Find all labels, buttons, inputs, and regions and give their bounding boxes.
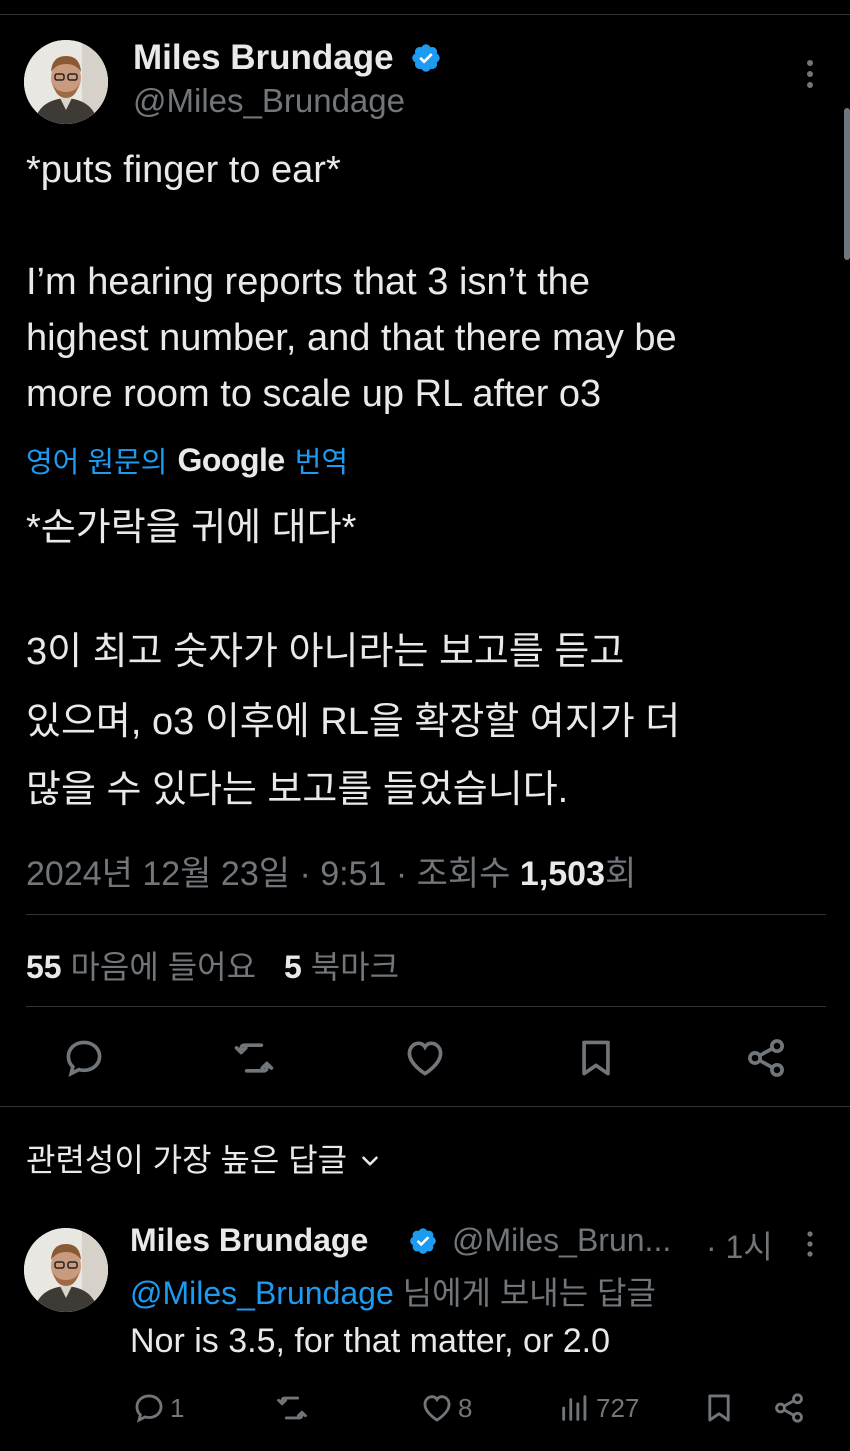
reply-author-avatar[interactable] xyxy=(24,1228,108,1312)
reply-retweet-action[interactable] xyxy=(275,1388,309,1428)
bookmark-icon xyxy=(708,1394,730,1422)
scrollbar[interactable] xyxy=(844,108,850,260)
likes-label: 마음에 들어요 xyxy=(70,949,257,985)
reply-view-count: 727 xyxy=(596,1392,640,1423)
reply-like-count: 8 xyxy=(458,1392,473,1423)
likes-count: 55 xyxy=(26,949,62,985)
views-count: 1,503 xyxy=(519,855,605,893)
bookmarks-label: 북마크 xyxy=(310,949,400,985)
bookmarks-count: 5 xyxy=(284,949,302,985)
replying-to-suffix: 님에게 보내는 답글 xyxy=(402,1275,656,1311)
reply-author-handle[interactable]: @Miles_Brun... xyxy=(452,1222,671,1259)
bookmarks-stat[interactable]: 5 북마크 xyxy=(284,942,399,988)
reply-icon[interactable] xyxy=(62,1036,106,1080)
views-icon xyxy=(562,1395,587,1421)
translate-suffix: 번역 xyxy=(294,447,349,479)
translate-prefix: 영어 원문의 xyxy=(26,447,168,479)
divider xyxy=(26,1006,826,1007)
top-divider xyxy=(0,14,850,15)
bookmark-icon[interactable] xyxy=(574,1036,618,1080)
reply-share-action[interactable] xyxy=(772,1388,806,1428)
translation-label[interactable]: 영어 원문의 Google 번역 xyxy=(26,440,348,480)
reply-bookmark-action[interactable] xyxy=(702,1388,736,1428)
share-icon xyxy=(775,1393,803,1423)
divider xyxy=(26,914,826,915)
tweet-text-line2: I’m hearing reports that 3 isn’t the xyxy=(26,261,590,303)
translated-line2: 3이 최고 숫자가 아니라는 보고를 듣고 xyxy=(26,631,625,673)
verified-badge-icon xyxy=(408,1226,438,1256)
tweet-text-line4: more room to scale up RL after o3 xyxy=(26,373,602,415)
tweet-metadata: 2024년 12월 23일 · 9:51 · 조회수 1,503회 xyxy=(26,846,636,895)
reply-sort-dropdown[interactable]: 관련성이 가장 높은 답글 xyxy=(26,1135,383,1181)
author-name[interactable]: Miles Brundage xyxy=(133,38,394,78)
tweet-date-time[interactable]: 2024년 12월 23일 · 9:51 · 조회수 xyxy=(26,855,510,893)
replying-to: @Miles_Brundage 님에게 보내는 답글 xyxy=(130,1268,656,1314)
likes-stat[interactable]: 55 마음에 들어요 xyxy=(26,942,256,988)
like-icon[interactable] xyxy=(403,1036,447,1080)
translated-line1: *손가락을 귀에 대다* xyxy=(26,507,357,549)
views-suffix: 회 xyxy=(605,855,637,893)
chevron-down-icon xyxy=(357,1145,383,1171)
more-icon[interactable] xyxy=(798,1228,822,1260)
translated-line4: 많을 수 있다는 보고를 들었습니다. xyxy=(26,769,569,811)
verified-badge-icon xyxy=(410,42,442,74)
tweet-text-line1: *puts finger to ear* xyxy=(26,149,341,191)
reply-icon xyxy=(135,1394,163,1423)
like-icon xyxy=(423,1395,451,1422)
section-divider xyxy=(0,1106,850,1107)
reply-reply-count: 1 xyxy=(170,1392,185,1423)
reply-time[interactable]: · 1시 xyxy=(706,1222,773,1268)
engagement-stats: 55 마음에 들어요 5 북마크 xyxy=(26,942,399,988)
author-avatar[interactable] xyxy=(24,40,108,124)
more-icon[interactable] xyxy=(796,56,824,92)
author-handle[interactable]: @Miles_Brundage xyxy=(133,82,405,120)
share-icon[interactable] xyxy=(744,1036,788,1080)
retweet-icon xyxy=(277,1396,307,1420)
mention-link[interactable]: @Miles_Brundage xyxy=(130,1275,394,1311)
reply-views-action[interactable]: 727 xyxy=(558,1388,639,1428)
reply-author-name[interactable]: Miles Brundage xyxy=(130,1222,368,1259)
google-logo: Google xyxy=(177,441,285,478)
translated-line3: 있으며, o3 이후에 RL을 확장할 여지가 더 xyxy=(26,701,681,743)
retweet-icon[interactable] xyxy=(232,1036,276,1080)
reply-like-action[interactable]: 8 xyxy=(420,1388,472,1428)
reply-text: Nor is 3.5, for that matter, or 2.0 xyxy=(130,1322,610,1360)
reply-reply-action[interactable]: 1 xyxy=(132,1388,184,1428)
sort-label: 관련성이 가장 높은 답글 xyxy=(26,1142,348,1178)
tweet-text-line3: highest number, and that there may be xyxy=(26,317,677,359)
